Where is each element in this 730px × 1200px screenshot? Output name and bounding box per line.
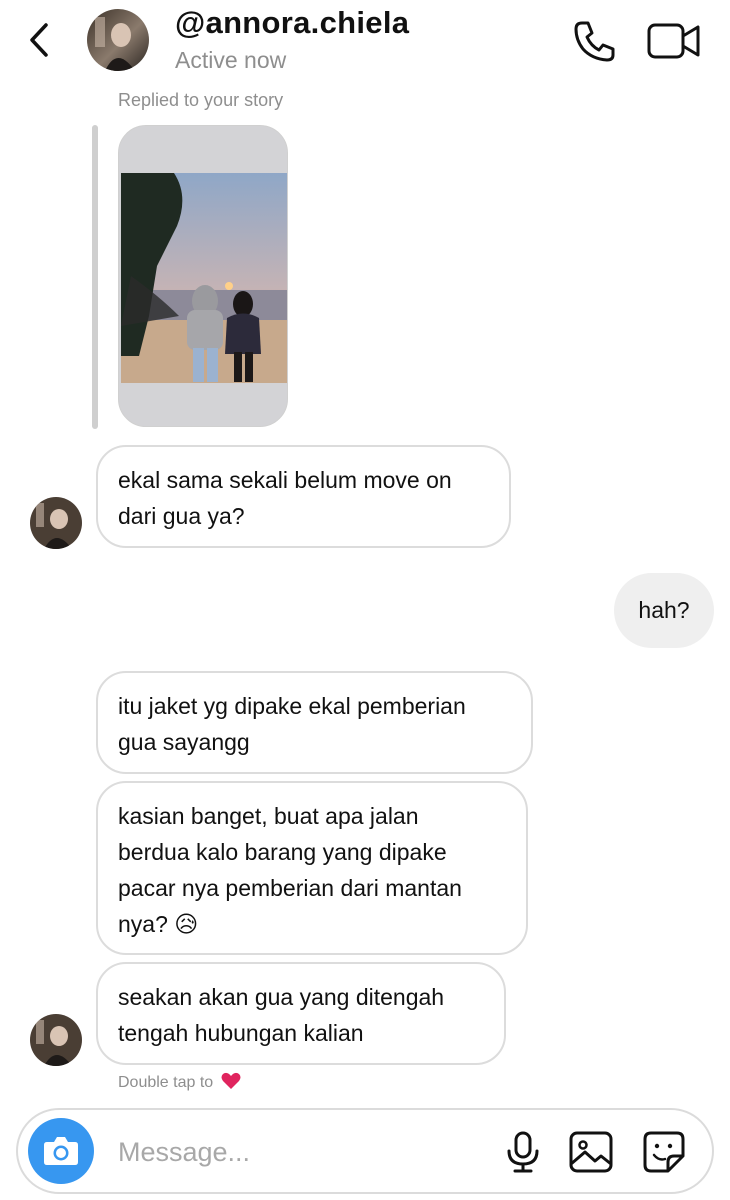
back-chevron-icon — [30, 23, 48, 57]
video-call-button[interactable] — [646, 18, 702, 64]
camera-icon — [44, 1137, 78, 1165]
heart-icon — [221, 1072, 241, 1089]
incoming-message-bubble[interactable]: ekal sama sekali belum move on dari gua … — [96, 445, 511, 548]
sender-avatar[interactable] — [30, 1014, 82, 1066]
reply-indicator-bar — [92, 125, 98, 429]
voice-message-button[interactable] — [502, 1130, 544, 1174]
phone-icon — [574, 21, 615, 62]
active-status: Active now — [175, 47, 287, 73]
message-text-line: berdua kalo barang yang dipake — [118, 839, 447, 865]
message-text-line: gua sayangg — [118, 729, 250, 755]
message-text-line: itu jaket yg dipake ekal pemberian — [118, 693, 466, 719]
message-input[interactable] — [118, 1130, 478, 1174]
message-text-line: tengah hubungan kalian — [118, 1020, 364, 1046]
message-text-line: seakan akan gua yang ditengah — [118, 984, 445, 1010]
message-text-line: kasian banget, buat apa jalan — [118, 803, 419, 829]
incoming-message-bubble[interactable]: kasian banget, buat apa jalan berdua kal… — [96, 781, 528, 955]
message-text-line: ekal sama sekali belum move on — [118, 467, 452, 493]
sticker-icon — [643, 1131, 685, 1173]
incoming-message-bubble[interactable]: itu jaket yg dipake ekal pemberian gua s… — [96, 671, 533, 774]
microphone-icon — [507, 1131, 539, 1173]
message-text: hah? — [638, 597, 690, 623]
contact-avatar[interactable] — [87, 9, 149, 71]
back-button[interactable] — [22, 18, 62, 62]
video-camera-icon — [647, 23, 700, 59]
sender-avatar[interactable] — [30, 497, 82, 549]
story-reply-caption: Replied to your story — [118, 90, 284, 110]
gallery-icon — [569, 1131, 613, 1173]
voice-call-button[interactable] — [572, 18, 618, 64]
sticker-button[interactable] — [642, 1130, 686, 1174]
hint-text: Double tap to — [118, 1074, 214, 1091]
message-text-line: dari gua ya? — [118, 503, 245, 529]
double-tap-hint: Double tap to — [118, 1072, 241, 1092]
gallery-button[interactable] — [567, 1130, 615, 1174]
message-text-line: nya? 😥 — [118, 911, 199, 937]
message-text-line: pacar nya pemberian dari mantan — [118, 875, 462, 901]
story-thumbnail[interactable] — [118, 125, 288, 427]
camera-button[interactable] — [28, 1118, 94, 1184]
contact-username[interactable]: @annora.chiela — [175, 5, 409, 41]
incoming-message-bubble[interactable]: seakan akan gua yang ditengah tengah hub… — [96, 962, 506, 1065]
outgoing-message-bubble[interactable]: hah? — [614, 573, 714, 648]
